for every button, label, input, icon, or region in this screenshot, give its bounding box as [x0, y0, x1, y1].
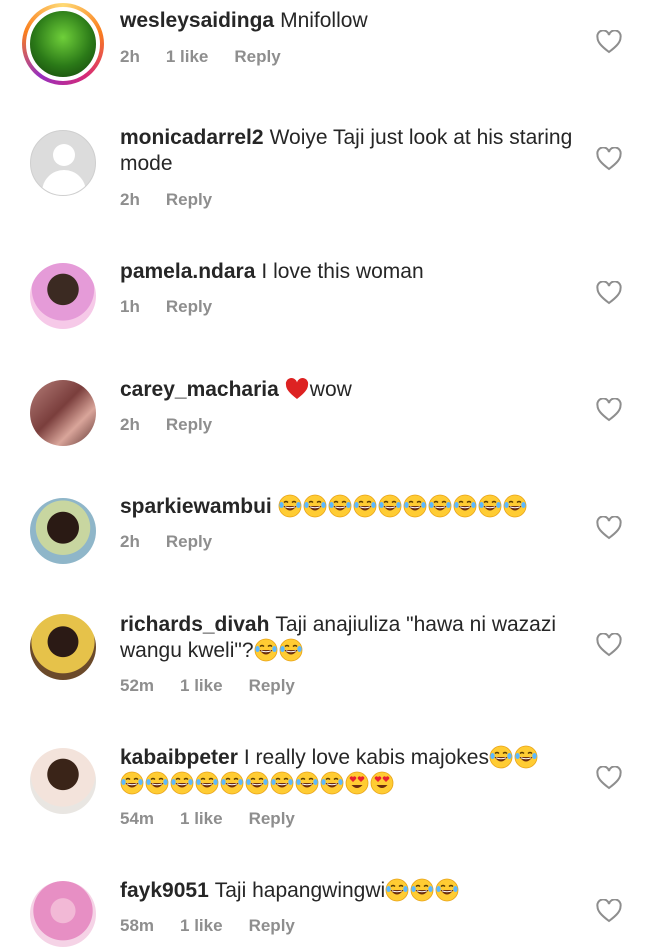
tears-of-joy-emoji: [453, 494, 477, 518]
avatar[interactable]: [22, 3, 104, 85]
avatar[interactable]: [30, 498, 96, 564]
username[interactable]: kabaibpeter: [120, 746, 238, 769]
comment-text-block: kabaibpeter I really love kabis majokes: [120, 745, 575, 797]
reply-button[interactable]: Reply: [249, 809, 295, 828]
heart-icon[interactable]: [596, 147, 622, 171]
heart-icon[interactable]: [596, 398, 622, 422]
tears-of-joy-emoji: [489, 745, 513, 769]
comment-text-block: carey_macharia wow: [120, 377, 575, 403]
reply-button[interactable]: Reply: [166, 190, 212, 209]
timestamp: 2h: [120, 415, 140, 434]
heart-icon[interactable]: [596, 30, 622, 54]
tears-of-joy-emoji: [220, 771, 244, 795]
comment-meta: 2h Reply: [120, 415, 238, 435]
tears-of-joy-emoji: [254, 638, 278, 662]
comment-body: I really love kabis majokes: [243, 746, 489, 769]
tears-of-joy-emoji: [145, 771, 169, 795]
tears-of-joy-emoji: [170, 771, 194, 795]
avatar[interactable]: [30, 881, 96, 947]
timestamp: 1h: [120, 297, 140, 316]
timestamp: 2h: [120, 47, 140, 66]
timestamp: 54m: [120, 809, 155, 828]
timestamp: 2h: [120, 190, 140, 209]
reply-button[interactable]: Reply: [234, 47, 280, 66]
username[interactable]: monicadarrel2: [120, 126, 264, 149]
tears-of-joy-emoji: [353, 494, 377, 518]
comment-body: wow: [309, 378, 352, 401]
reply-button[interactable]: Reply: [249, 916, 295, 935]
comment-meta: 2h Reply: [120, 532, 238, 552]
username[interactable]: fayk9051: [120, 879, 209, 902]
tears-of-joy-emoji: [320, 771, 344, 795]
tears-of-joy-emoji: [503, 494, 527, 518]
tears-of-joy-emoji: [410, 878, 434, 902]
tears-of-joy-emoji: [328, 494, 352, 518]
comment-body: Taji hapangwingwi: [214, 879, 386, 902]
tears-of-joy-emoji: [478, 494, 502, 518]
like-count[interactable]: 1 like: [180, 916, 223, 935]
reply-button[interactable]: Reply: [166, 532, 212, 551]
comment-body: Mnifollow: [280, 9, 368, 32]
heart-icon[interactable]: [596, 281, 622, 305]
timestamp: 52m: [120, 676, 155, 695]
comment-meta: 2h 1 like Reply: [120, 47, 307, 67]
tears-of-joy-emoji: [278, 494, 302, 518]
tears-of-joy-emoji: [435, 878, 459, 902]
red-heart-emoji: [285, 377, 309, 401]
comment-meta: 54m 1 like Reply: [120, 809, 321, 829]
tears-of-joy-emoji: [403, 494, 427, 518]
comment-text-block: pamela.ndara I love this woman: [120, 259, 575, 285]
heart-icon[interactable]: [596, 633, 622, 657]
heart-icon[interactable]: [596, 516, 622, 540]
tears-of-joy-emoji: [378, 494, 402, 518]
comment-meta: 58m 1 like Reply: [120, 916, 321, 936]
heart-icon[interactable]: [596, 899, 622, 923]
heart-icon[interactable]: [596, 766, 622, 790]
tears-of-joy-emoji: [120, 771, 144, 795]
heart-eyes-emoji: [345, 771, 369, 795]
tears-of-joy-emoji: [303, 494, 327, 518]
avatar[interactable]: [30, 748, 96, 814]
timestamp: 2h: [120, 532, 140, 551]
tears-of-joy-emoji: [245, 771, 269, 795]
comment-meta: 1h Reply: [120, 297, 238, 317]
avatar[interactable]: [30, 263, 96, 329]
reply-button[interactable]: Reply: [166, 297, 212, 316]
username[interactable]: sparkiewambui: [120, 495, 272, 518]
like-count[interactable]: 1 like: [180, 809, 223, 828]
reply-button[interactable]: Reply: [166, 415, 212, 434]
tears-of-joy-emoji: [295, 771, 319, 795]
avatar[interactable]: [30, 130, 96, 196]
username[interactable]: pamela.ndara: [120, 260, 255, 283]
comment-text-block: monicadarrel2 Woiye Taji just look at his…: [120, 125, 575, 177]
heart-eyes-emoji: [370, 771, 394, 795]
emoji-group: [278, 495, 528, 518]
comment-text-block: sparkiewambui: [120, 494, 575, 520]
like-count[interactable]: 1 like: [180, 676, 223, 695]
comment-text-block: fayk9051 Taji hapangwingwi: [120, 878, 575, 904]
username[interactable]: wesleysaidinga: [120, 9, 274, 32]
comment-body: I love this woman: [261, 260, 424, 283]
tears-of-joy-emoji: [514, 745, 538, 769]
tears-of-joy-emoji: [270, 771, 294, 795]
username[interactable]: richards_divah: [120, 613, 269, 636]
comment-text-block: wesleysaidinga Mnifollow: [120, 8, 575, 34]
like-count[interactable]: 1 like: [166, 47, 209, 66]
comment-meta: 2h Reply: [120, 190, 238, 210]
reply-button[interactable]: Reply: [249, 676, 295, 695]
tears-of-joy-emoji: [195, 771, 219, 795]
comment-text-block: richards_divah Taji anajiuliza "hawa ni w…: [120, 612, 575, 664]
tears-of-joy-emoji: [279, 638, 303, 662]
avatar[interactable]: [30, 380, 96, 446]
timestamp: 58m: [120, 916, 155, 935]
tears-of-joy-emoji: [428, 494, 452, 518]
avatar[interactable]: [30, 614, 96, 680]
username[interactable]: carey_macharia: [120, 378, 279, 401]
comment-meta: 52m 1 like Reply: [120, 676, 321, 696]
tears-of-joy-emoji: [385, 878, 409, 902]
